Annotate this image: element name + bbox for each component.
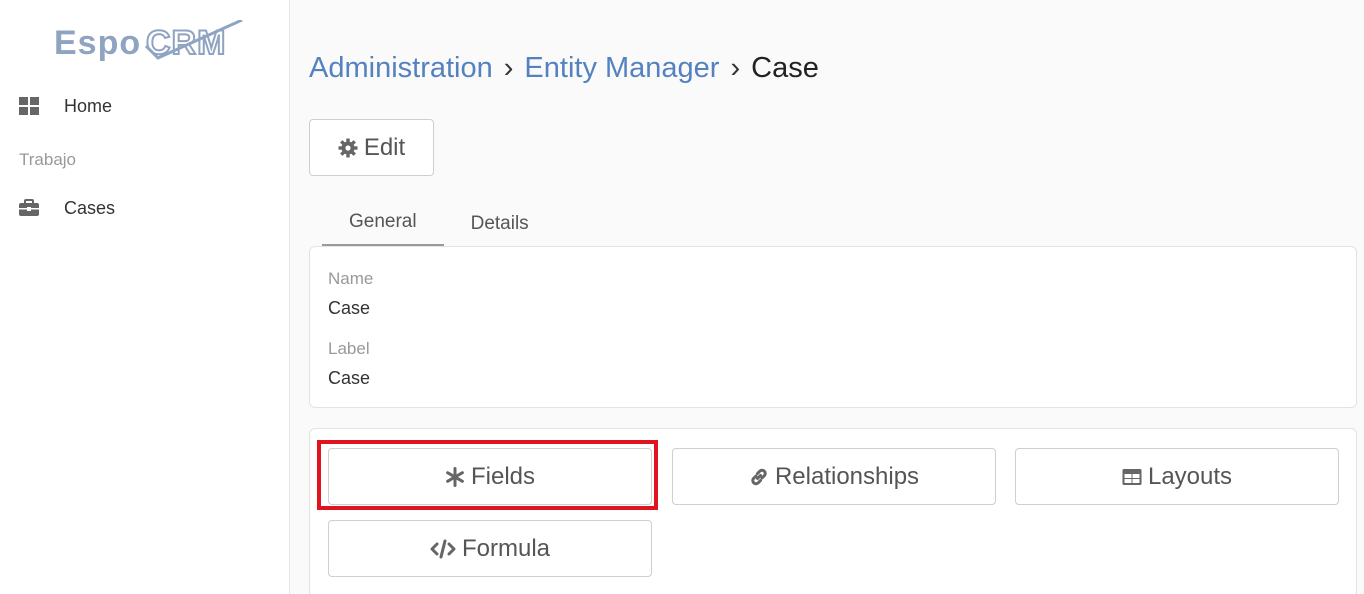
relationships-button-label: Relationships [774, 462, 920, 490]
fields-button[interactable]: Fields [328, 448, 652, 505]
asterisk-icon [446, 466, 464, 487]
briefcase-icon [19, 199, 39, 217]
table-icon [1122, 468, 1142, 485]
gear-icon [338, 138, 358, 157]
name-field-value: Case [328, 298, 371, 318]
fields-button-label: Fields [470, 462, 536, 490]
breadcrumb-separator: › [730, 52, 741, 84]
breadcrumb-separator: › [503, 52, 514, 84]
sidebar: Espo CRM Home Trabajo Cases [0, 0, 290, 594]
code-icon [430, 539, 456, 558]
tab-details[interactable]: Details [444, 200, 556, 247]
layouts-button-label: Layouts [1147, 462, 1233, 490]
page-title: Case [751, 52, 819, 84]
entity-actions-panel: Fields Relationships Layouts Formula [309, 428, 1357, 594]
sidebar-item-home[interactable]: Home [0, 86, 289, 126]
formula-button[interactable]: Formula [328, 520, 652, 577]
formula-button-label: Formula [461, 534, 551, 562]
relationships-button[interactable]: Relationships [672, 448, 996, 505]
sidebar-item-cases[interactable]: Cases [0, 188, 289, 228]
svg-text:Espo: Espo [54, 24, 141, 62]
sidebar-group-label: Trabajo [19, 150, 77, 169]
sidebar-item-label: Home [64, 95, 113, 116]
tab-bar: General Details [322, 200, 556, 247]
breadcrumb: Administration › Entity Manager › Case [309, 52, 819, 85]
edit-button[interactable]: Edit [309, 119, 434, 176]
dashboard-grid-icon [19, 97, 39, 115]
label-field-label: Label [328, 339, 370, 358]
breadcrumb-link-administration[interactable]: Administration [309, 52, 493, 84]
tab-general[interactable]: General [322, 200, 444, 247]
label-field-value: Case [328, 368, 371, 388]
link-icon [751, 468, 767, 485]
breadcrumb-link-entity-manager[interactable]: Entity Manager [524, 52, 719, 84]
layouts-button[interactable]: Layouts [1015, 448, 1339, 505]
name-field-label: Name [328, 269, 374, 288]
espocrm-logo[interactable]: Espo CRM [54, 18, 244, 64]
edit-button-label: Edit [363, 133, 406, 161]
sidebar-item-label: Cases [64, 197, 116, 218]
entity-info-panel: Name Case Label Case [309, 246, 1357, 408]
